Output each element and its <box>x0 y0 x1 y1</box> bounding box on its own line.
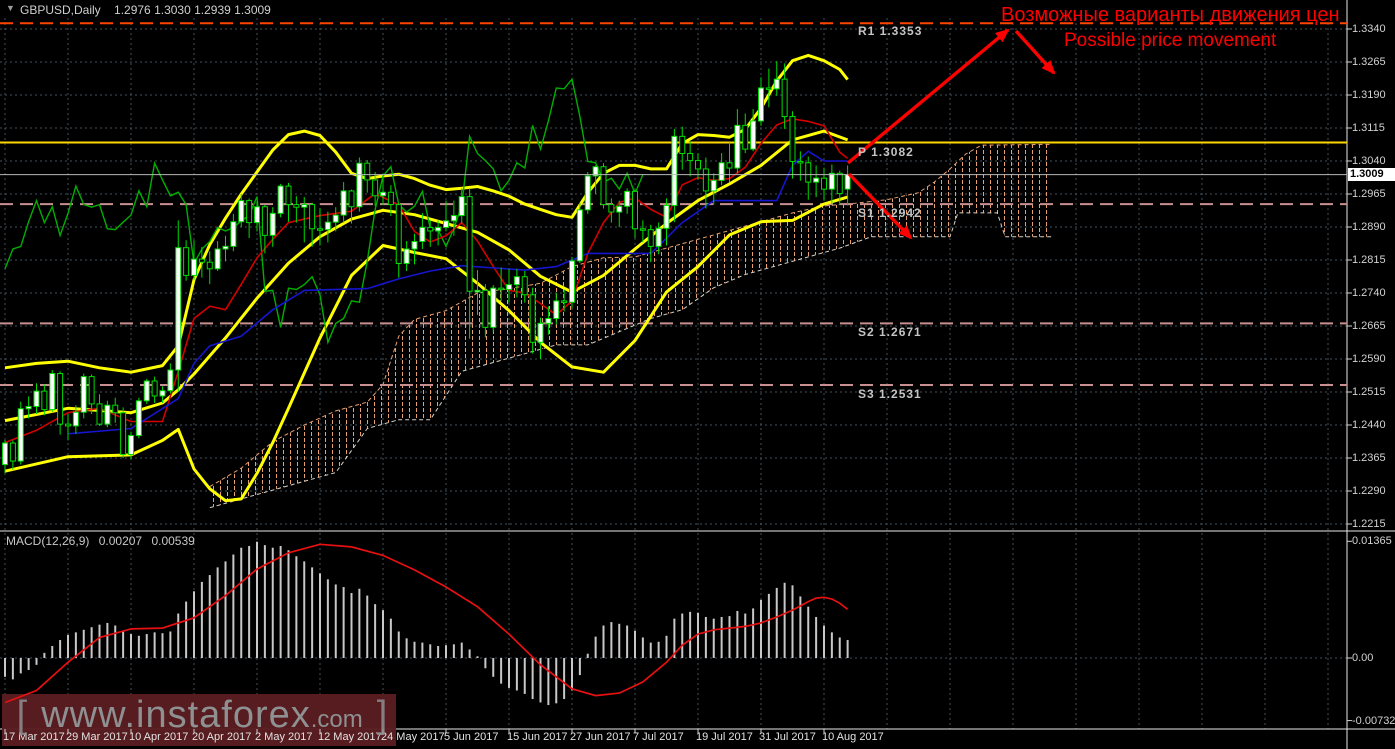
price-axis-label: 1.2515 <box>1352 386 1386 398</box>
price-axis-label: 1.2290 <box>1352 485 1386 497</box>
ohlc-quote-label: 1.2976 1.3030 1.2939 1.3009 <box>114 3 271 17</box>
price-axis-label: 1.2365 <box>1352 452 1386 464</box>
macd-value: 0.00207 <box>99 534 142 548</box>
instaforex-watermark: [ www.instaforex .com ] <box>16 694 388 744</box>
date-axis-label: 10 Aug 2017 <box>822 731 884 743</box>
price-axis-label: 1.2665 <box>1352 320 1386 332</box>
date-axis-label: 15 Jun 2017 <box>507 731 568 743</box>
price-axis-label: 1.2815 <box>1352 254 1386 266</box>
mt4-chart-window: ▼ GBPUSD,Daily 1.2976 1.3030 1.2939 1.30… <box>0 0 1395 749</box>
price-axis-label: 1.2590 <box>1352 353 1386 365</box>
symbol-timeframe-label: GBPUSD,Daily <box>20 3 101 17</box>
chart-canvas[interactable] <box>0 0 1395 749</box>
price-axis-label: 1.3190 <box>1352 89 1386 101</box>
price-axis-label: 1.3115 <box>1352 122 1385 134</box>
pivot-label-s3: S3 1.2531 <box>858 387 922 401</box>
date-axis-label: 5 Jun 2017 <box>444 731 498 743</box>
date-axis-label: 31 Jul 2017 <box>759 731 816 743</box>
date-axis-label: 27 Jun 2017 <box>570 731 631 743</box>
chart-title: GBPUSD,Daily 1.2976 1.3030 1.2939 1.3009 <box>20 3 271 17</box>
price-axis-label: 1.3040 <box>1352 155 1386 167</box>
price-axis-label: 1.2440 <box>1352 419 1386 431</box>
price-axis-label: 1.2215 <box>1352 518 1386 530</box>
pivot-label-s2: S2 1.2671 <box>858 325 922 339</box>
watermark-domain: www.instaforex <box>41 694 311 737</box>
price-axis-label: 1.2965 <box>1352 188 1386 200</box>
date-axis-label: 24 May 2017 <box>381 731 445 743</box>
watermark-tld: .com <box>311 706 363 734</box>
macd-axis-label: 0.00 <box>1352 652 1373 664</box>
date-axis-label: 7 Jul 2017 <box>633 731 684 743</box>
macd-indicator-label: MACD(12,26,9) 0.00207 0.00539 <box>6 534 201 548</box>
annotation-text-english: Possible price movement <box>1064 30 1276 52</box>
price-axis-label: 1.2890 <box>1352 221 1386 233</box>
annotation-text-russian: Возможные варианты движения цен <box>1001 4 1340 27</box>
price-axis-label: 1.3340 <box>1352 23 1386 35</box>
symbol-dropdown-icon[interactable]: ▼ <box>6 3 15 13</box>
macd-name: MACD(12,26,9) <box>6 534 89 548</box>
pivot-label-r1: R1 1.3353 <box>858 24 922 38</box>
date-axis-label: 19 Jul 2017 <box>696 731 753 743</box>
watermark-bracket-right: ] <box>377 694 388 737</box>
macd-axis-label: 0.01365 <box>1352 535 1392 547</box>
macd-signal-value: 0.00539 <box>151 534 194 548</box>
price-axis-label: 1.2740 <box>1352 287 1386 299</box>
current-price-badge: 1.3009 <box>1348 168 1395 181</box>
pivot-label-s1: S1 1.2942 <box>858 206 922 220</box>
macd-axis-label: -0.00732 <box>1352 715 1395 727</box>
watermark-bracket-left: [ <box>17 694 28 737</box>
pivot-label-p: P 1.3082 <box>858 145 914 159</box>
price-axis-label: 1.3265 <box>1352 56 1386 68</box>
